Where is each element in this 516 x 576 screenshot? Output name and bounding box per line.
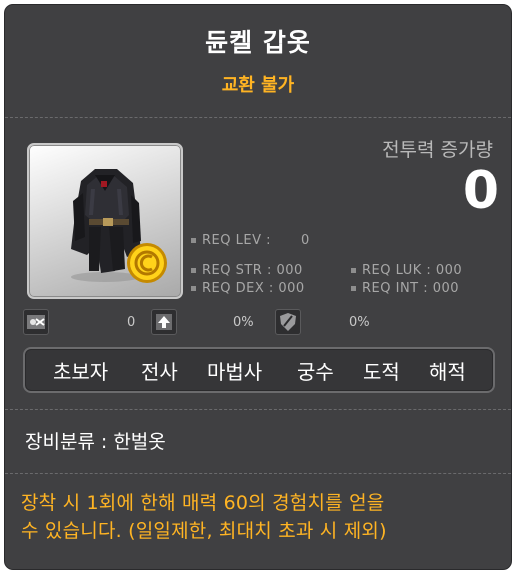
gold-coin-icon [127,243,167,283]
combat-power-value: 0 [462,161,499,221]
bullet-icon [351,268,356,273]
req-luk: REQ LUK : 000 [351,263,462,278]
stat-value-3: 0% [349,315,370,330]
divider-middle [5,409,511,410]
stat-value-1: 0 [127,315,136,330]
bullet-icon [351,286,356,291]
req-lev-value: 0 [300,233,310,248]
item-tooltip: 듄켈 갑옷 교환 불가 전투력 증가량 0 REQ LEV: 0 REQ ST… [4,4,512,570]
trade-status: 교환 불가 [221,75,295,96]
equipment-category: 장비분류: 한벌옷 [25,427,166,454]
req-dex-label: REQ DEX : 000 [202,281,305,296]
req-int-label: REQ INT : 000 [362,281,460,296]
item-icon-frame[interactable] [27,143,183,299]
description-line-2: 수 있습니다. (일일제한, 최대치 초과 시 제외) [21,520,387,542]
job-beginner: 초보자 [53,360,109,384]
req-str-label: REQ STR : 000 [202,263,303,278]
job-warrior: 전사 [141,360,178,384]
bullet-icon [191,286,196,291]
category-value: 한벌옷 [113,431,166,453]
req-dex: REQ DEX : 000 [191,281,305,296]
item-description: 장착 시 1회에 한해 매력 60의 경험치를 얻을 수 있습니다. (일일제한… [21,489,501,545]
stat-value-2: 0% [233,315,254,330]
divider-bottom [5,473,511,474]
bullet-icon [191,268,196,273]
category-label: 장비분류 [25,431,95,453]
divider-top [5,117,511,118]
description-line-1: 장착 시 1회에 한해 매력 60의 경험치를 얻을 [21,492,385,514]
req-lev-label: REQ LEV : [202,233,271,248]
job-thief: 도적 [363,360,400,384]
req-luk-label: REQ LUK : 000 [362,263,463,278]
armor-item-icon [71,169,167,283]
job-archer: 궁수 [297,360,334,384]
bullet-icon [191,238,196,243]
category-separator: : [100,431,108,453]
scissors-icon[interactable] [23,309,49,335]
job-requirement-box: 초보자 전사 마법사 궁수 도적 해적 [23,347,495,393]
combat-power-label: 전투력 증가량 [382,139,493,161]
req-str: REQ STR : 000 [191,263,303,278]
upgrade-icon[interactable] [151,309,177,335]
job-pirate: 해적 [429,360,466,384]
req-lev: REQ LEV : 0 [191,233,310,248]
req-int: REQ INT : 000 [351,281,459,296]
job-magician: 마법사 [207,360,263,384]
item-name: 듄켈 갑옷 [205,28,311,57]
shield-slash-icon[interactable] [275,309,301,335]
